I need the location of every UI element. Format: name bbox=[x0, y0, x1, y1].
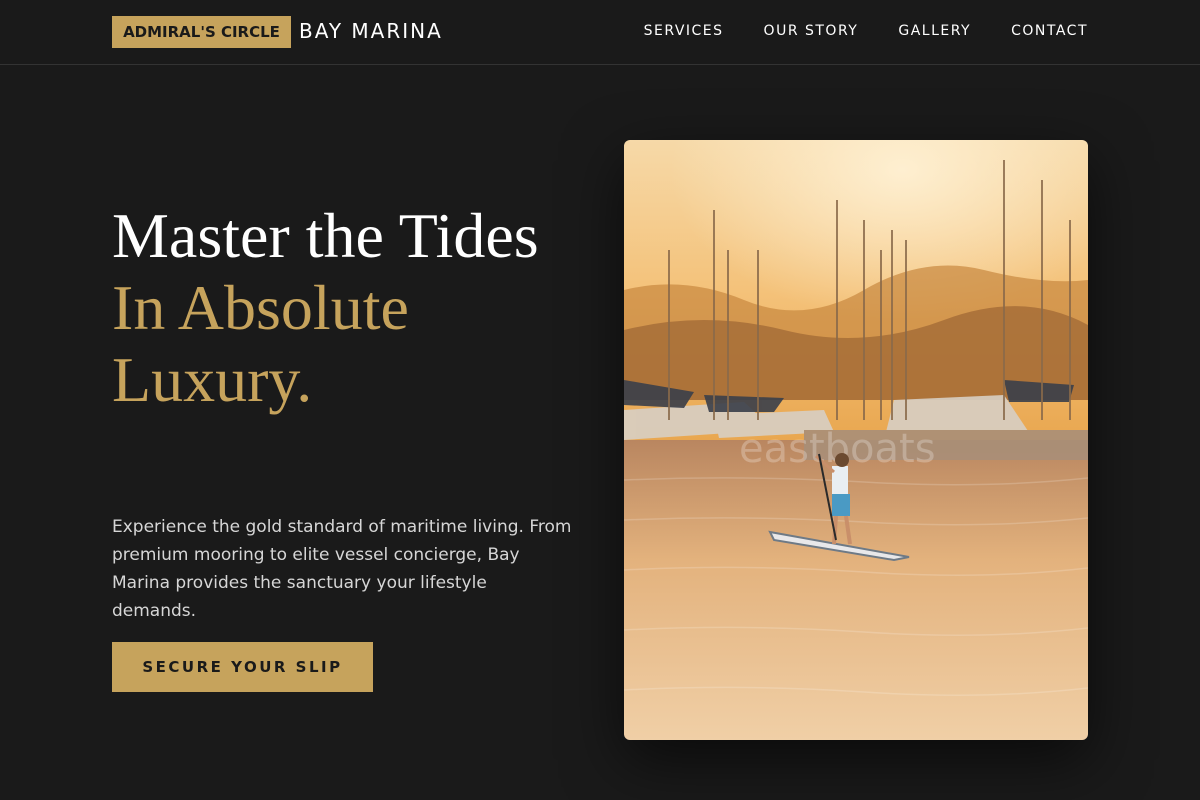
secure-slip-button[interactable]: SECURE YOUR SLIP bbox=[112, 642, 373, 692]
hero-title-gold: In Absolute Luxury. bbox=[112, 272, 409, 415]
hero-title: Master the Tides In Absolute Luxury. bbox=[112, 200, 572, 416]
marina-sunset-image: eastboats bbox=[624, 140, 1088, 740]
brand-badge[interactable]: ADMIRAL'S CIRCLE bbox=[112, 16, 291, 48]
hero-photo: eastboats bbox=[624, 140, 1088, 740]
hero-description: Experience the gold standard of maritime… bbox=[112, 517, 572, 621]
brand-name[interactable]: BAY MARINA bbox=[299, 19, 443, 43]
top-nav: ADMIRAL'S CIRCLE BAY MARINA SERVICES OUR… bbox=[0, 0, 1200, 65]
nav-link-services[interactable]: SERVICES bbox=[644, 23, 724, 39]
hero-title-white: Master the Tides bbox=[112, 200, 539, 271]
nav-links: SERVICES OUR STORY GALLERY CONTACT bbox=[644, 23, 1088, 39]
nav-link-gallery[interactable]: GALLERY bbox=[898, 23, 971, 39]
nav-link-contact[interactable]: CONTACT bbox=[1011, 23, 1088, 39]
nav-link-our-story[interactable]: OUR STORY bbox=[764, 23, 859, 39]
